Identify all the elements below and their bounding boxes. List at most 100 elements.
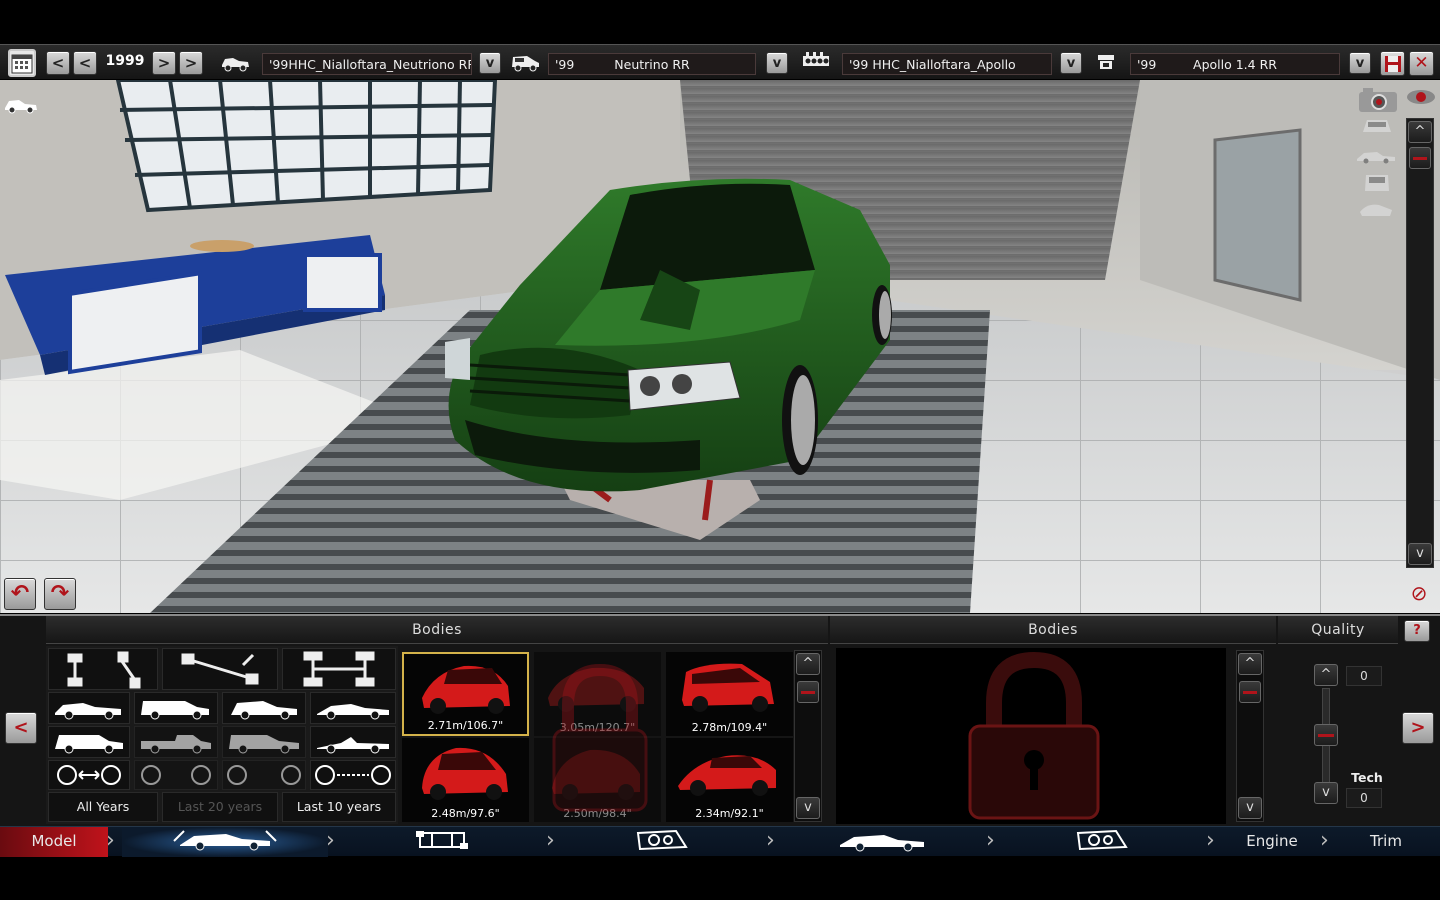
body-thumbnail-grid: 2.71m/106.7" 3.05m/120.7" 2.78m/109.4" 2… <box>402 650 793 822</box>
large-lock-icon <box>968 651 1100 820</box>
year-prev-decade-button[interactable]: < <box>46 51 70 75</box>
undo-button[interactable]: ↶ <box>4 578 36 610</box>
body-preview <box>836 648 1226 824</box>
nav-step-car[interactable] <box>782 827 982 857</box>
filter-body-van[interactable] <box>134 692 218 724</box>
filter-body-hatchback[interactable] <box>222 692 306 724</box>
nav-step-model[interactable]: Model <box>0 827 108 857</box>
filter-wheelbase-xlong[interactable] <box>310 760 396 790</box>
quality-value: 0 <box>1346 666 1382 686</box>
reset-view-icon[interactable]: ⊘ <box>1404 580 1434 606</box>
camera-icon[interactable] <box>1356 86 1400 116</box>
filter-chassis-spaceframe[interactable] <box>282 648 396 690</box>
bodies-list-scroll-thumb[interactable] <box>797 681 819 703</box>
model-family-dropdown-button[interactable]: v <box>479 52 501 74</box>
garage-scene <box>0 80 1440 613</box>
preview-scrollbar[interactable]: ^ v <box>1236 650 1264 822</box>
zoom-scroll-up-button[interactable]: ^ <box>1408 121 1432 143</box>
filter-all-years[interactable]: All Years <box>48 792 158 822</box>
model-variant-dropdown-button[interactable]: v <box>766 52 788 74</box>
body-thumbnail-4-label: 2.48m/97.6" <box>431 807 500 820</box>
sedan-side-icon[interactable] <box>1354 146 1398 168</box>
body-thumbnail-1[interactable]: 2.71m/106.7" <box>402 652 529 736</box>
body-thumbnail-6[interactable]: 2.34m/92.1" <box>666 738 793 822</box>
quality-down-button[interactable]: v <box>1314 782 1338 804</box>
van-front-icon[interactable] <box>1358 172 1396 196</box>
year-prev-button[interactable]: < <box>73 51 97 75</box>
filter-body-wagon[interactable] <box>48 726 130 758</box>
locked-overlay-icon <box>538 650 662 820</box>
app-window: { "topbar": { "year": "1999", "model_dro… <box>0 0 1440 900</box>
nav-separator-chevron: › <box>766 828 775 853</box>
filter-chassis-ladder[interactable] <box>48 648 158 690</box>
car-side-view-icon[interactable] <box>2 96 40 118</box>
visibility-icon[interactable] <box>1404 88 1438 112</box>
model-variant-dropdown[interactable]: '99 Neutrino RR <box>548 53 756 75</box>
body-step-icon <box>173 830 277 851</box>
filter-chassis-monocoque[interactable] <box>162 648 278 690</box>
engine-variant-icon <box>1092 51 1120 77</box>
engine-family-icon <box>800 51 832 77</box>
filter-last-10-years[interactable]: Last 10 years <box>282 792 396 822</box>
redo-button[interactable]: ↷ <box>44 578 76 610</box>
bodies-list-header: Bodies <box>46 616 828 644</box>
headlight-step-icon <box>636 829 688 851</box>
filter-body-pickup[interactable] <box>134 726 218 758</box>
car-top-icon[interactable] <box>1356 200 1396 224</box>
nav-separator-chevron: › <box>546 828 555 853</box>
engine-family-dropdown[interactable]: '99 HHC_Nialloftara_Apollo <box>842 53 1052 75</box>
nav-step-lights[interactable] <box>1002 827 1202 857</box>
sedan-front-icon[interactable] <box>1358 116 1396 138</box>
model-family-dropdown[interactable]: '99HHC_Nialloftara_Neutriono RR <box>262 53 472 75</box>
preview-scroll-down[interactable]: v <box>1238 797 1262 819</box>
engine-variant-dropdown-button[interactable]: v <box>1349 52 1371 74</box>
body-thumbnail-4[interactable]: 2.48m/97.6" <box>402 738 529 822</box>
workflow-nav-bar: Model › › › › › › Engine › Trim <box>0 826 1440 857</box>
save-icon[interactable] <box>1380 51 1405 76</box>
nav-step-trim[interactable]: Trim <box>1336 827 1436 857</box>
year-next-decade-button[interactable]: > <box>179 51 203 75</box>
nav-separator-chevron: › <box>326 828 335 853</box>
nav-step-chassis[interactable] <box>342 827 542 857</box>
car-step-icon <box>840 835 924 852</box>
tech-value: 0 <box>1346 788 1382 808</box>
zoom-scrollbar[interactable]: ^ v <box>1406 118 1434 568</box>
engine-variant-name: Apollo 1.4 RR <box>1193 57 1277 72</box>
filter-body-sedan[interactable] <box>48 692 130 724</box>
filter-last-20-years[interactable]: Last 20 years <box>162 792 278 822</box>
bodies-list-scroll-down[interactable]: v <box>796 797 820 819</box>
filter-body-suv[interactable] <box>222 726 306 758</box>
nav-step-body[interactable] <box>122 827 328 857</box>
close-icon[interactable]: ✕ <box>1409 51 1434 76</box>
nav-step-engine[interactable]: Engine <box>1222 827 1322 857</box>
bodies-preview-header: Bodies <box>830 616 1276 644</box>
filter-body-convertible[interactable] <box>310 726 396 758</box>
calendar-icon[interactable] <box>8 49 36 77</box>
body-thumbnail-1-label: 2.71m/106.7" <box>427 719 504 732</box>
quality-up-button[interactable]: ^ <box>1314 664 1338 686</box>
panel-prev-button[interactable]: < <box>5 712 37 744</box>
filter-wheelbase-short[interactable] <box>48 760 130 790</box>
engine-variant-dropdown[interactable]: '99 Apollo 1.4 RR <box>1130 53 1340 75</box>
quality-slider-thumb[interactable] <box>1314 724 1338 746</box>
preview-scroll-up[interactable]: ^ <box>1238 653 1262 675</box>
engine-family-value: '99 HHC_Nialloftara_Apollo <box>849 57 1016 72</box>
bodies-list-scrollbar[interactable]: ^ v <box>794 650 822 822</box>
zoom-scroll-thumb[interactable] <box>1409 147 1431 169</box>
filter-wheelbase-long[interactable] <box>222 760 306 790</box>
nav-step-headlights[interactable] <box>562 827 762 857</box>
filter-body-coupe[interactable] <box>310 692 396 724</box>
body-thumbnail-3-label: 2.78m/109.4" <box>691 721 768 734</box>
zoom-scroll-down-button[interactable]: v <box>1408 543 1432 565</box>
panel-next-button[interactable]: > <box>1402 712 1434 744</box>
year-next-button[interactable]: > <box>152 51 176 75</box>
bodies-list-scroll-up[interactable]: ^ <box>796 653 820 675</box>
filter-wheelbase-medium[interactable] <box>134 760 218 790</box>
nav-separator-chevron: › <box>1320 828 1329 853</box>
engine-family-dropdown-button[interactable]: v <box>1060 52 1082 74</box>
quality-header: Quality <box>1278 616 1398 644</box>
garage-3d-viewport[interactable]: ^ v ⊘ ↶ ↷ <box>0 80 1440 613</box>
body-thumbnail-3[interactable]: 2.78m/109.4" <box>666 652 793 736</box>
preview-scroll-thumb[interactable] <box>1239 681 1261 703</box>
help-button[interactable]: ? <box>1404 620 1430 642</box>
